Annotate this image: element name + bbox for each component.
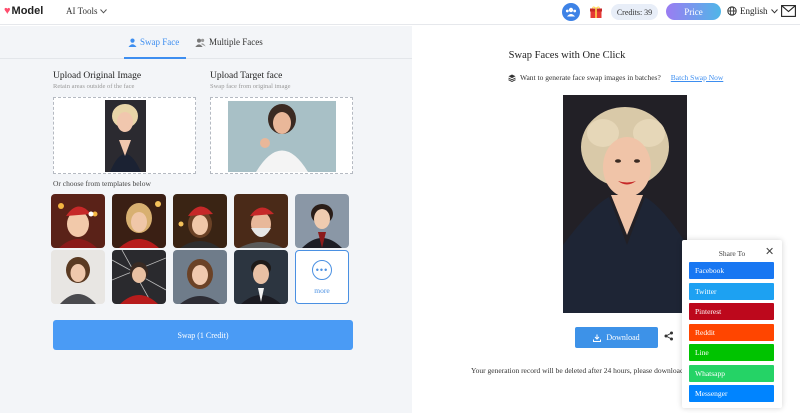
more-templates-button[interactable]: ••• more bbox=[295, 250, 349, 304]
upload-original-title: Upload Original Image bbox=[53, 71, 142, 81]
result-title: Swap Faces with One Click bbox=[508, 50, 626, 61]
active-tab-indicator bbox=[124, 57, 186, 59]
share-whatsapp-label: Whatsapp bbox=[695, 369, 725, 378]
template-thumbnail[interactable] bbox=[173, 194, 227, 248]
template-thumbnail[interactable] bbox=[112, 250, 166, 304]
close-icon[interactable]: ✕ bbox=[765, 245, 774, 258]
original-image-thumbnail bbox=[105, 100, 146, 172]
swap-settings-panel: Swap Face Multiple Faces Upload Original… bbox=[0, 26, 412, 413]
template-thumbnail[interactable] bbox=[234, 194, 288, 248]
share-reddit-button[interactable]: Reddit bbox=[689, 324, 774, 341]
download-label: Download bbox=[606, 333, 640, 342]
user-icon bbox=[128, 38, 137, 47]
users-icon bbox=[195, 38, 206, 47]
download-icon bbox=[593, 334, 602, 342]
template-thumbnail[interactable] bbox=[112, 194, 166, 248]
download-button[interactable]: Download bbox=[575, 327, 658, 348]
ai-tools-menu[interactable]: AI Tools bbox=[66, 6, 108, 16]
gift-icon[interactable] bbox=[587, 3, 605, 21]
community-icon[interactable] bbox=[562, 3, 580, 21]
template-thumbnail[interactable] bbox=[234, 250, 288, 304]
share-line-label: Line bbox=[695, 348, 709, 357]
tab-swap-face-label: Swap Face bbox=[140, 37, 180, 47]
share-icon[interactable] bbox=[664, 331, 674, 341]
batch-prompt-text: Want to generate face swap images in bat… bbox=[520, 73, 661, 82]
swap-button[interactable]: Swap (1 Credit) bbox=[53, 320, 353, 350]
language-label: English bbox=[740, 6, 768, 16]
language-selector[interactable]: English bbox=[727, 6, 778, 16]
share-messenger-button[interactable]: Messenger bbox=[689, 385, 774, 402]
batch-prompt: Want to generate face swap images in bat… bbox=[508, 73, 723, 82]
share-line-button[interactable]: Line bbox=[689, 344, 774, 361]
chevron-down-icon bbox=[770, 8, 778, 14]
template-thumbnail[interactable] bbox=[173, 250, 227, 304]
logo-text: Model bbox=[11, 5, 44, 17]
upload-original-subtitle: Retain areas outside of the face bbox=[53, 83, 135, 90]
share-popup: Share To ✕ Facebook Twitter Pinterest Re… bbox=[682, 240, 782, 408]
share-pinterest-button[interactable]: Pinterest bbox=[689, 303, 774, 320]
mode-tabs: Swap Face Multiple Faces bbox=[0, 26, 412, 59]
layers-icon bbox=[508, 74, 516, 82]
share-messenger-label: Messenger bbox=[695, 389, 728, 398]
tab-multiple-faces[interactable]: Multiple Faces bbox=[195, 37, 263, 47]
result-image bbox=[563, 95, 687, 313]
more-label: more bbox=[314, 285, 330, 295]
share-facebook-button[interactable]: Facebook bbox=[689, 262, 774, 279]
chevron-down-icon bbox=[100, 8, 108, 14]
share-pinterest-label: Pinterest bbox=[695, 307, 722, 316]
share-facebook-label: Facebook bbox=[695, 266, 725, 275]
top-header: ♥ Model AI Tools Credits: 39 Price Engli… bbox=[0, 0, 800, 25]
tab-multiple-faces-label: Multiple Faces bbox=[209, 37, 263, 47]
upload-original-dropzone[interactable] bbox=[53, 97, 196, 174]
price-button[interactable]: Price bbox=[666, 3, 721, 20]
batch-swap-link[interactable]: Batch Swap Now bbox=[671, 73, 724, 82]
mail-icon[interactable] bbox=[781, 5, 796, 17]
credits-badge: Credits: 39 bbox=[611, 4, 658, 20]
heart-logo-icon: ♥ bbox=[4, 5, 11, 17]
share-whatsapp-button[interactable]: Whatsapp bbox=[689, 365, 774, 382]
template-thumbnail[interactable] bbox=[51, 194, 105, 248]
template-thumbnail[interactable] bbox=[295, 194, 349, 248]
globe-icon bbox=[727, 6, 737, 16]
upload-target-subtitle: Swap face from original image bbox=[210, 83, 291, 90]
upload-target-dropzone[interactable] bbox=[210, 97, 353, 174]
share-twitter-label: Twitter bbox=[695, 287, 717, 296]
retention-note: Your generation record will be deleted a… bbox=[471, 366, 693, 375]
upload-target-title: Upload Target face bbox=[210, 71, 283, 81]
share-twitter-button[interactable]: Twitter bbox=[689, 283, 774, 300]
target-face-thumbnail bbox=[228, 101, 336, 172]
ai-tools-label: AI Tools bbox=[66, 6, 98, 16]
logo[interactable]: ♥ Model bbox=[4, 5, 43, 17]
templates-label: Or choose from templates below bbox=[53, 179, 151, 188]
tab-swap-face[interactable]: Swap Face bbox=[128, 37, 179, 47]
share-reddit-label: Reddit bbox=[695, 328, 715, 337]
template-thumbnail[interactable] bbox=[51, 250, 105, 304]
more-dots-icon: ••• bbox=[312, 259, 332, 280]
